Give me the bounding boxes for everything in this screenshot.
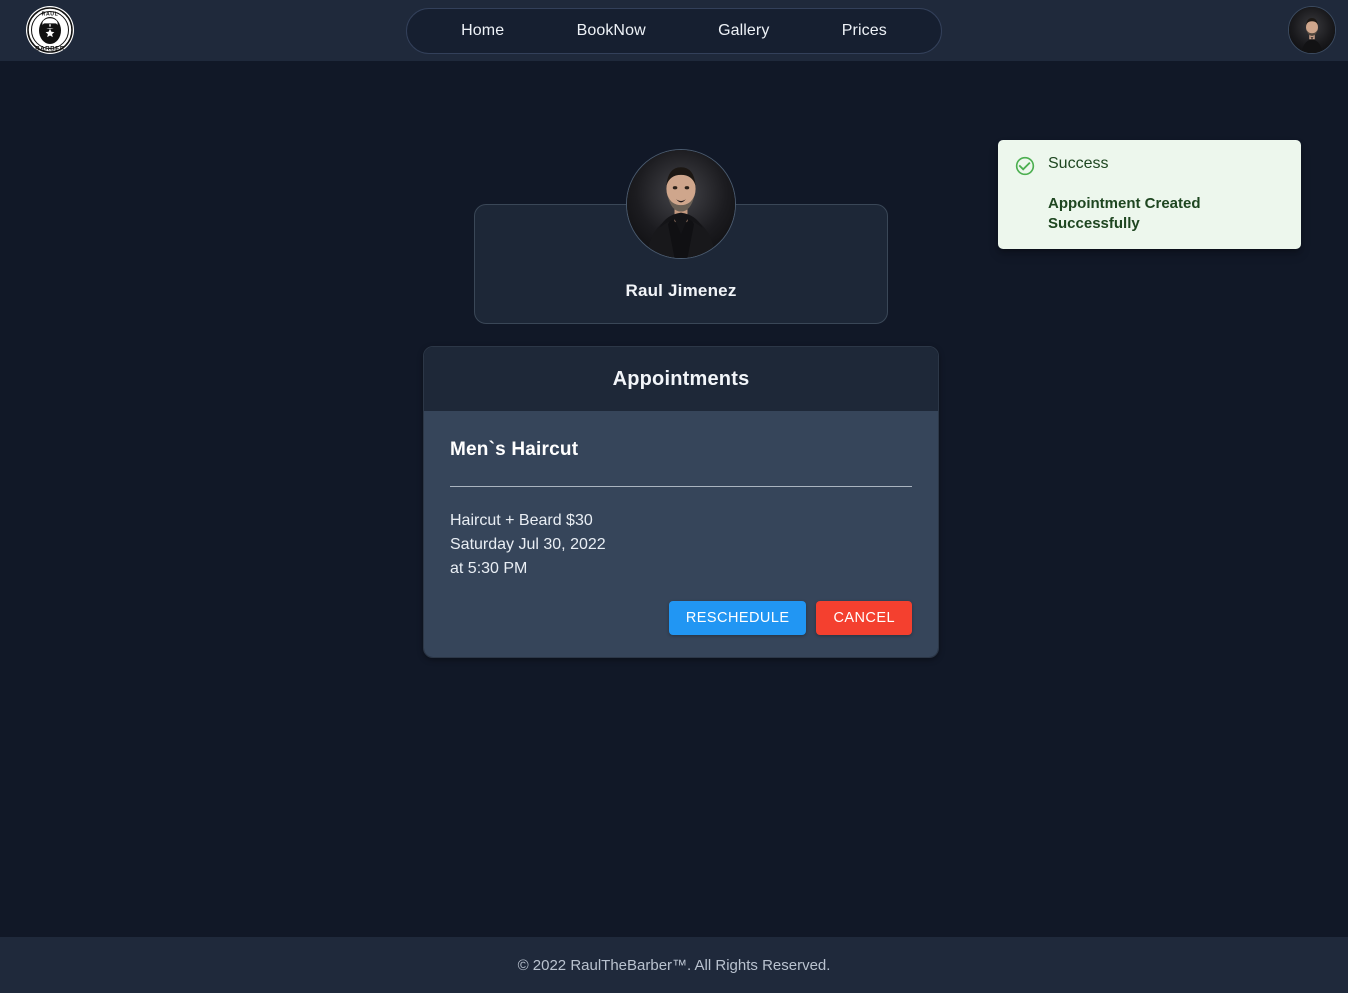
reschedule-button[interactable]: RESCHEDULE bbox=[668, 601, 807, 635]
appointment-item: Men`s Haircut Haircut + Beard $30 Saturd… bbox=[424, 411, 938, 657]
toast-message: Appointment Created Successfully bbox=[1048, 195, 1201, 232]
user-avatar-photo bbox=[1289, 7, 1335, 53]
appointments-title: Appointments bbox=[612, 367, 750, 390]
user-avatar[interactable] bbox=[1288, 6, 1336, 54]
barber-name: Raul Jimenez bbox=[625, 281, 737, 300]
nav-link-home[interactable]: Home bbox=[451, 17, 514, 45]
nav-link-gallery[interactable]: Gallery bbox=[708, 17, 779, 45]
success-toast[interactable]: Success Appointment Created Successfully bbox=[998, 140, 1301, 249]
site-footer: © 2022 RaulTheBarber™. All Rights Reserv… bbox=[0, 937, 1348, 993]
barber-logo-glyph: RAUL BARBER bbox=[27, 7, 73, 53]
appointment-time: at 5:30 PM bbox=[450, 560, 528, 577]
main-content: Success Appointment Created Successfully… bbox=[0, 61, 1348, 937]
toast-title: Success bbox=[1048, 155, 1109, 172]
barber-portrait-photo[interactable] bbox=[626, 149, 736, 259]
site-header: RAUL BARBER Home BookNow Gallery Prices bbox=[0, 0, 1348, 61]
footer-copyright: © 2022 RaulTheBarber™. All Rights Reserv… bbox=[517, 956, 831, 974]
appointments-card-header: Appointments bbox=[424, 347, 938, 411]
main-navigation: Home BookNow Gallery Prices bbox=[406, 7, 942, 54]
appointment-actions: RESCHEDULE CANCEL bbox=[450, 601, 912, 635]
barber-portrait-glyph bbox=[627, 150, 735, 258]
appointment-service-name: Men`s Haircut bbox=[450, 439, 579, 460]
check-circle-icon bbox=[1014, 155, 1036, 182]
appointment-date: Saturday Jul 30, 2022 bbox=[450, 536, 606, 553]
toast-header-row: Success bbox=[1014, 154, 1285, 182]
nav-link-booknow[interactable]: BookNow bbox=[567, 17, 656, 45]
appointment-divider bbox=[450, 486, 912, 487]
appointment-details: Haircut + Beard $30 bbox=[450, 512, 593, 529]
appointments-card: Appointments Men`s Haircut Haircut + Bea… bbox=[423, 346, 939, 658]
svg-text:RAUL: RAUL bbox=[42, 12, 59, 18]
cancel-button[interactable]: CANCEL bbox=[816, 601, 912, 635]
barber-logo-icon[interactable]: RAUL BARBER bbox=[26, 6, 74, 54]
svg-text:BARBER: BARBER bbox=[35, 46, 65, 53]
app-root: RAUL BARBER Home BookNow Gallery Prices bbox=[0, 0, 1348, 993]
nav-link-prices[interactable]: Prices bbox=[832, 17, 897, 45]
check-circle-glyph bbox=[1015, 156, 1035, 176]
